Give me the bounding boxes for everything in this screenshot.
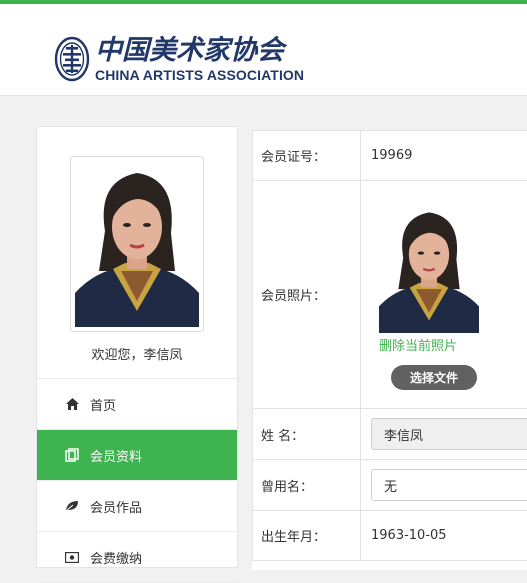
table-row: 出生年月： 1963-10-05 [253, 511, 527, 561]
site-header: 中国美术家协会 CHINA ARTISTS ASSOCIATION [0, 4, 527, 96]
leaf-icon [65, 499, 79, 513]
sidebar-item-label: 会员作品 [90, 497, 142, 516]
delete-photo-link[interactable]: 删除当前照片 [379, 335, 457, 354]
sidebar-item-label: 会员资料 [90, 446, 142, 465]
sidebar-item-home[interactable]: 首页 [37, 379, 237, 430]
name-field[interactable]: 李信凤 [371, 418, 527, 450]
table-row: 会员照片： 删除当 [253, 181, 527, 409]
table-row: 会员证号： 19969 [253, 131, 527, 181]
logo-chinese-name: 中国美术家协会 [95, 36, 304, 66]
money-icon [65, 550, 79, 564]
birth-value: 1963-10-05 [361, 511, 527, 561]
member-portrait-image [75, 161, 199, 327]
choose-file-button[interactable]: 选择文件 [391, 365, 477, 390]
birth-label: 出生年月： [253, 511, 361, 561]
profile-summary: 欢迎您，李信凤 [37, 127, 237, 379]
welcome-text: 欢迎您，李信凤 [37, 344, 237, 363]
member-sidebar: 欢迎您，李信凤 首页 会员资料 会员作品 会费缴纳 [36, 126, 238, 568]
member-info-table: 会员证号： 19969 会员照片： [252, 130, 527, 561]
sidebar-item-label: 首页 [90, 395, 116, 414]
member-photo-image [379, 203, 479, 333]
table-row: 姓 名： 李信凤 [253, 409, 527, 460]
avatar [70, 156, 204, 332]
name-label: 姓 名： [253, 409, 361, 460]
association-emblem-icon [54, 35, 90, 83]
alias-label: 曾用名： [253, 460, 361, 511]
site-logo[interactable]: 中国美术家协会 CHINA ARTISTS ASSOCIATION [54, 35, 304, 83]
member-photo-cell: 删除当前照片 选择文件 [371, 181, 527, 408]
member-photo-label: 会员照片： [253, 181, 361, 409]
member-id-value: 19969 [361, 131, 527, 181]
logo-english-name: CHINA ARTISTS ASSOCIATION [95, 67, 304, 83]
sidebar-item-member-profile[interactable]: 会员资料 [37, 430, 237, 481]
sidebar-item-member-works[interactable]: 会员作品 [37, 481, 237, 532]
profile-card-icon [65, 448, 79, 462]
alias-field[interactable]: 无 [371, 469, 527, 501]
sidebar-item-label: 会费缴纳 [90, 548, 142, 567]
member-id-label: 会员证号： [253, 131, 361, 181]
member-info-panel: 会员证号： 19969 会员照片： [252, 130, 527, 570]
home-icon [65, 397, 79, 411]
table-row: 曾用名： 无 [253, 460, 527, 511]
sidebar-item-membership-fee[interactable]: 会费缴纳 [37, 532, 237, 583]
